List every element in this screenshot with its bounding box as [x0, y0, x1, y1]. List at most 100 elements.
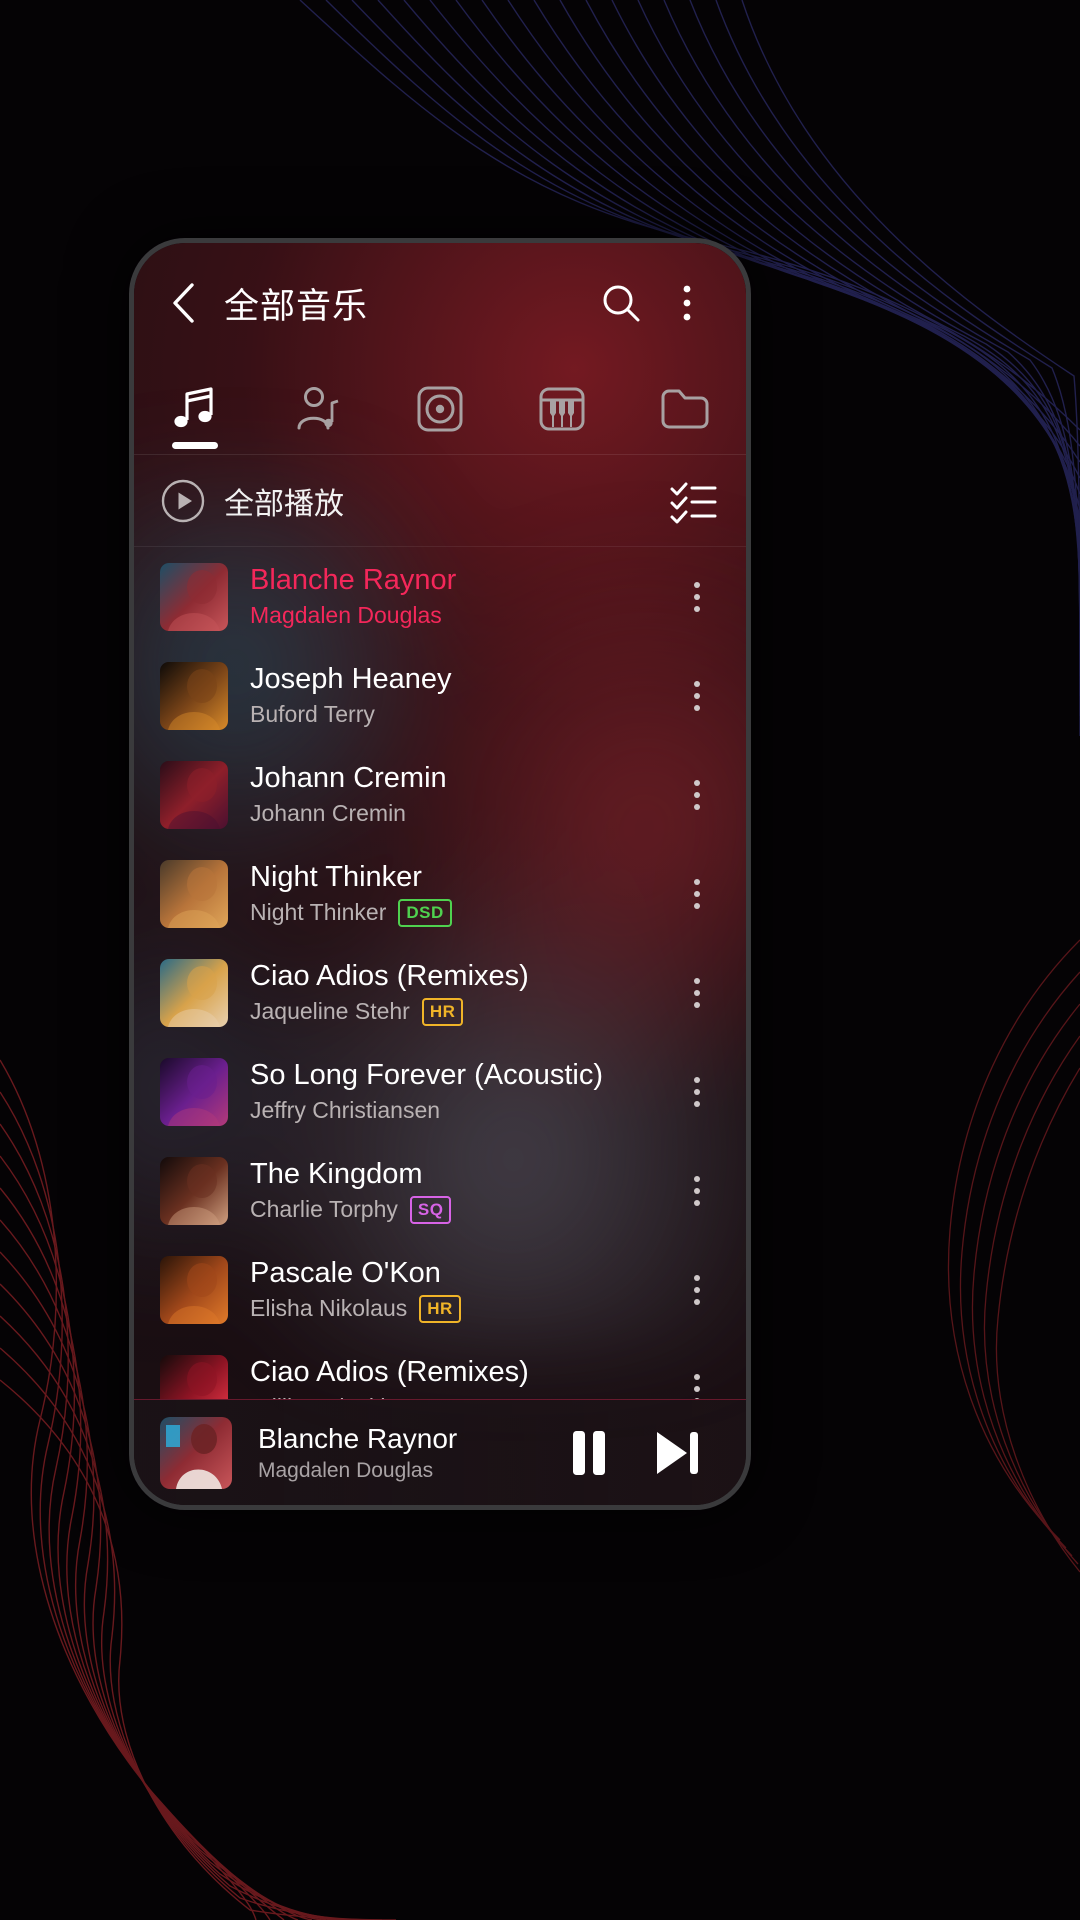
album-art-thumbnail: [160, 661, 228, 730]
more-vertical-icon: [694, 704, 700, 711]
album-art-thumbnail: [160, 1354, 228, 1399]
play-all-label: 全部播放: [224, 487, 344, 521]
quality-badge: DSD: [398, 899, 452, 928]
skip-next-icon: [657, 1431, 698, 1474]
pause-button[interactable]: [554, 1418, 624, 1488]
track-overflow-button[interactable]: [668, 562, 726, 632]
track-overflow-button[interactable]: [668, 1255, 726, 1325]
track-list[interactable]: Blanche Raynor Magdalen Douglas Joseph Hea…: [134, 547, 746, 1399]
track-artist: Buford Terry: [250, 701, 375, 728]
track-subline: Magdalen Douglas: [250, 602, 668, 630]
more-vertical-icon: [694, 1175, 700, 1182]
track-overflow-button[interactable]: [668, 1057, 726, 1127]
tab-artists[interactable]: [256, 363, 378, 454]
more-vertical-icon: [694, 1286, 700, 1293]
track-title: The Kingdom: [250, 1157, 423, 1190]
album-art-thumbnail: [160, 1255, 228, 1324]
track-title: Joseph Heaney: [250, 663, 452, 696]
track-overflow-button[interactable]: [668, 1354, 726, 1399]
track-overflow-button[interactable]: [668, 1156, 726, 1226]
track-overflow-button[interactable]: [668, 760, 726, 830]
more-vertical-icon: [694, 1199, 700, 1206]
chevron-left-icon: [173, 283, 194, 323]
track-row[interactable]: Night Thinker Night Thinker DSD: [134, 844, 746, 943]
music-note-icon: [174, 386, 213, 427]
back-button[interactable]: [160, 280, 206, 326]
phone-screen: 全部音乐 全部播放 Blanche Raynor Magdalen Dougla…: [134, 243, 746, 1505]
more-vertical-icon: [694, 890, 700, 897]
track-artwork: [160, 1354, 228, 1399]
more-vertical-icon: [694, 989, 700, 996]
track-row[interactable]: Pascale O'Kon Elisha Nikolaus HR: [134, 1240, 746, 1339]
tab-genres[interactable]: [501, 363, 623, 454]
track-meta: Pascale O'Kon Elisha Nikolaus HR: [250, 1256, 668, 1324]
mini-player[interactable]: Blanche Raynor Magdalen Douglas: [134, 1399, 746, 1505]
track-artwork: [160, 1255, 228, 1324]
folder-icon: [661, 389, 709, 428]
track-row[interactable]: Ciao Adios (Remixes) Jaqueline Stehr HR: [134, 943, 746, 1042]
more-vertical-icon: [683, 285, 691, 321]
album-disc-icon: [417, 386, 463, 431]
next-track-button[interactable]: [642, 1418, 712, 1488]
track-row[interactable]: The Kingdom Charlie Torphy SQ: [134, 1141, 746, 1240]
track-artist: Magdalen Douglas: [250, 602, 442, 629]
more-vertical-icon: [694, 593, 700, 600]
app-bar: 全部音乐: [134, 243, 746, 363]
track-meta: Johann Cremin Johann Cremin: [250, 761, 668, 828]
more-vertical-icon: [694, 1100, 700, 1107]
track-meta: Night Thinker Night Thinker DSD: [250, 860, 668, 928]
quality-badge: SQ: [409, 1196, 452, 1225]
track-meta: Joseph Heaney Buford Terry: [250, 662, 668, 729]
album-art-thumbnail: [160, 1416, 232, 1489]
more-vertical-icon: [694, 779, 700, 786]
mini-player-title: Blanche Raynor: [258, 1422, 458, 1454]
select-all-list-icon[interactable]: [668, 476, 718, 526]
track-subline: Charlie Torphy SQ: [250, 1196, 668, 1225]
track-overflow-button[interactable]: [668, 859, 726, 929]
tab-active-indicator: [172, 442, 219, 449]
track-row[interactable]: Johann Cremin Johann Cremin: [134, 745, 746, 844]
track-artist: Johann Cremin: [250, 800, 406, 827]
track-overflow-button[interactable]: [668, 958, 726, 1028]
tab-folders[interactable]: [624, 363, 746, 454]
track-overflow-button[interactable]: [668, 661, 726, 731]
album-art-thumbnail: [160, 958, 228, 1027]
track-title: Blanche Raynor: [250, 564, 457, 597]
overflow-menu-button[interactable]: [658, 274, 716, 332]
search-icon: [603, 285, 640, 322]
track-artwork: [160, 760, 228, 829]
more-vertical-icon: [694, 1187, 700, 1194]
track-artwork: [160, 1156, 228, 1225]
more-vertical-icon: [694, 680, 700, 687]
tab-albums[interactable]: [379, 363, 501, 454]
track-row[interactable]: So Long Forever (Acoustic) Jeffry Christi…: [134, 1042, 746, 1141]
search-button[interactable]: [592, 274, 650, 332]
track-meta: The Kingdom Charlie Torphy SQ: [250, 1157, 668, 1225]
album-art-thumbnail: [160, 859, 228, 928]
more-vertical-icon: [694, 1373, 700, 1380]
track-artist: Night Thinker: [250, 899, 387, 926]
track-row[interactable]: Blanche Raynor Magdalen Douglas: [134, 547, 746, 646]
album-art-thumbnail: [160, 1156, 228, 1225]
mini-player-artist: Magdalen Douglas: [258, 1458, 434, 1482]
track-meta: So Long Forever (Acoustic) Jeffry Christi…: [250, 1058, 668, 1125]
more-vertical-icon: [694, 581, 700, 588]
track-row[interactable]: Ciao Adios (Remixes)Willis Osinski: [134, 1339, 746, 1399]
track-artwork: [160, 1057, 228, 1126]
track-title: Ciao Adios (Remixes): [250, 959, 529, 992]
track-title: Ciao Adios (Remixes): [250, 1356, 529, 1389]
track-meta: Blanche Raynor Magdalen Douglas: [250, 563, 668, 630]
more-vertical-icon: [694, 878, 700, 885]
tab-songs[interactable]: [134, 363, 256, 454]
track-artwork: [160, 859, 228, 928]
page-title: 全部音乐: [224, 286, 369, 326]
track-artwork: [160, 562, 228, 631]
album-art-thumbnail: [160, 562, 228, 631]
track-meta: Ciao Adios (Remixes)Willis Osinski: [250, 1355, 668, 1399]
play-all-bar[interactable]: 全部播放: [134, 455, 746, 547]
more-vertical-icon: [694, 791, 700, 798]
track-title: Pascale O'Kon: [250, 1256, 441, 1289]
track-row[interactable]: Joseph Heaney Buford Terry: [134, 646, 746, 745]
more-vertical-icon: [694, 1076, 700, 1083]
track-artist: Charlie Torphy: [250, 1196, 398, 1223]
